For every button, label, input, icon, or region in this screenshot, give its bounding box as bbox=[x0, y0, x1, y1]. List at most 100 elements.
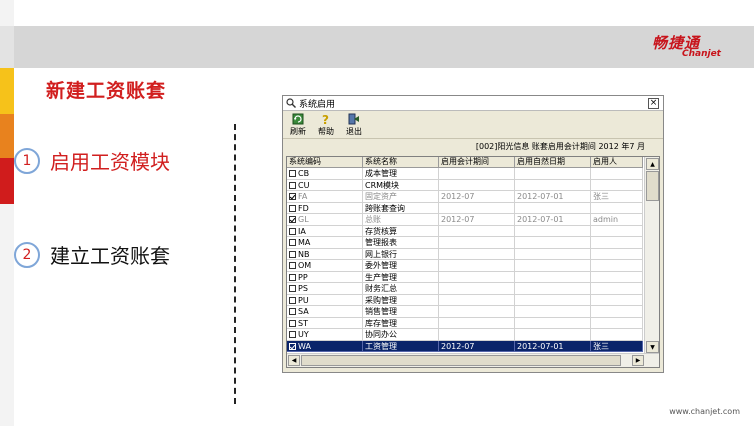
cell-text: 网上银行 bbox=[365, 249, 397, 259]
column-header[interactable]: 系统编码 bbox=[287, 157, 363, 168]
accent-strip bbox=[0, 0, 14, 26]
cell-text: 管理报表 bbox=[365, 238, 397, 247]
system-code-cell: OM bbox=[287, 260, 363, 272]
system-name-cell: 成本管理 bbox=[363, 168, 439, 180]
system-name-cell: 总账 bbox=[363, 214, 439, 226]
cell-text: PP bbox=[298, 272, 308, 282]
cell-text: 财务汇总 bbox=[365, 284, 397, 293]
refresh-button[interactable]: 刷新 bbox=[285, 113, 311, 137]
enable-checkbox[interactable] bbox=[289, 239, 296, 246]
table-row[interactable]: MA 管理报表 bbox=[287, 237, 645, 249]
enable-checkbox[interactable] bbox=[289, 342, 296, 350]
top-band bbox=[0, 0, 754, 26]
accent-strip bbox=[0, 204, 14, 426]
enable-date-cell bbox=[515, 260, 591, 272]
table-row[interactable]: PU 采购管理 bbox=[287, 294, 645, 306]
cell-text: 总账 bbox=[365, 215, 381, 224]
enable-checkbox[interactable] bbox=[289, 193, 296, 200]
refresh-icon bbox=[292, 113, 304, 125]
enable-checkbox[interactable] bbox=[289, 296, 296, 304]
logo-en-text: Chanjet bbox=[682, 49, 721, 59]
enable-user-cell: 张三 bbox=[591, 191, 643, 203]
cell-text: FD bbox=[298, 203, 309, 213]
cell-text: CB bbox=[298, 169, 310, 178]
table-row[interactable]: FD 跨账套查询 bbox=[287, 202, 645, 214]
table-row[interactable]: GL 总账 2012-07 2012-07-01 admin bbox=[287, 214, 645, 226]
table-row[interactable]: UY 协同办公 bbox=[287, 329, 645, 341]
system-code-cell: MA bbox=[287, 237, 363, 249]
cell-text: WA bbox=[298, 341, 311, 351]
cell-text: 跨账套查询 bbox=[365, 203, 405, 213]
enable-checkbox[interactable] bbox=[289, 216, 296, 223]
system-code-cell: IA bbox=[287, 225, 363, 237]
column-header[interactable]: 系统名称 bbox=[363, 157, 439, 168]
enable-period-cell bbox=[439, 260, 515, 272]
step-label: 建立工资账套 bbox=[50, 244, 170, 268]
dialog-title: 系统启用 bbox=[299, 99, 336, 110]
system-name-cell: CRM模块 bbox=[363, 179, 439, 191]
enable-user-cell bbox=[591, 283, 643, 295]
close-button[interactable]: × bbox=[648, 98, 659, 109]
table-row[interactable]: NB 网上银行 bbox=[287, 248, 645, 260]
dialog-titlebar[interactable]: 系统启用 × bbox=[283, 96, 663, 111]
enable-date-cell bbox=[515, 237, 591, 249]
scroll-right-icon[interactable]: ▶ bbox=[632, 355, 644, 366]
enable-checkbox[interactable] bbox=[289, 331, 296, 338]
enable-period-cell bbox=[439, 283, 515, 295]
system-code-cell: SA bbox=[287, 306, 363, 318]
table-row[interactable]: CU CRM模块 bbox=[287, 179, 645, 191]
cell-text: PU bbox=[298, 295, 309, 305]
scroll-thumb[interactable] bbox=[301, 355, 621, 366]
enable-checkbox[interactable] bbox=[289, 273, 296, 281]
scroll-down-icon[interactable]: ▼ bbox=[646, 341, 659, 353]
enable-checkbox[interactable] bbox=[289, 227, 296, 235]
cell-text: MA bbox=[298, 238, 311, 247]
system-code-cell: UY bbox=[287, 329, 363, 341]
accent-strip bbox=[0, 158, 14, 204]
enable-period-cell bbox=[439, 306, 515, 318]
column-header[interactable]: 启用自然日期 bbox=[515, 157, 591, 168]
header-band bbox=[14, 26, 754, 68]
chanjet-logo: 畅捷通 Chanjet bbox=[652, 32, 742, 62]
cell-text: 存货核算 bbox=[365, 226, 397, 236]
table-row[interactable]: PP 生产管理 bbox=[287, 271, 645, 283]
enable-period-cell bbox=[439, 202, 515, 214]
step-number-badge: 1 bbox=[14, 147, 40, 174]
enable-period-cell bbox=[439, 317, 515, 329]
exit-button[interactable]: 退出 bbox=[341, 113, 367, 137]
enable-checkbox[interactable] bbox=[289, 262, 296, 269]
table-row[interactable]: SA 销售管理 bbox=[287, 306, 645, 318]
column-header[interactable]: 启用人 bbox=[591, 157, 643, 168]
enable-checkbox[interactable] bbox=[289, 181, 296, 189]
help-button[interactable]: ? 帮助 bbox=[313, 113, 339, 137]
cell-text: 2012-07 bbox=[441, 192, 475, 201]
enable-date-cell bbox=[515, 283, 591, 295]
table-row[interactable]: IA 存货核算 bbox=[287, 225, 645, 237]
vertical-scrollbar[interactable]: ▲ ▼ bbox=[644, 157, 659, 354]
footer-url: www.chanjet.com bbox=[669, 407, 740, 416]
scroll-left-icon[interactable]: ◀ bbox=[288, 355, 300, 366]
enable-period-cell bbox=[439, 168, 515, 180]
table-row[interactable]: WA 工资管理 2012-07 2012-07-01 张三 bbox=[287, 340, 645, 352]
table-row[interactable]: OM 委外管理 bbox=[287, 260, 645, 272]
table-row[interactable]: CB 成本管理 bbox=[287, 168, 645, 180]
cell-text: 2012-07 bbox=[441, 215, 475, 224]
enable-checkbox[interactable] bbox=[289, 319, 296, 327]
system-name-cell: 采购管理 bbox=[363, 294, 439, 306]
enable-checkbox[interactable] bbox=[289, 204, 296, 212]
system-name-cell: 网上银行 bbox=[363, 248, 439, 260]
table-row[interactable]: FA 固定资产 2012-07 2012-07-01 张三 bbox=[287, 191, 645, 203]
table-row[interactable]: ST 库存管理 bbox=[287, 317, 645, 329]
scroll-thumb[interactable] bbox=[646, 171, 659, 201]
horizontal-scrollbar[interactable]: ◀ ▶ bbox=[287, 353, 659, 367]
enable-period-cell: 2012-07 bbox=[439, 191, 515, 203]
table-row[interactable]: PS 财务汇总 bbox=[287, 283, 645, 295]
scroll-up-icon[interactable]: ▲ bbox=[646, 158, 659, 170]
enable-checkbox[interactable] bbox=[289, 285, 296, 292]
refresh-label: 刷新 bbox=[290, 127, 306, 136]
help-label: 帮助 bbox=[318, 127, 334, 136]
enable-checkbox[interactable] bbox=[289, 170, 296, 177]
enable-checkbox[interactable] bbox=[289, 250, 296, 258]
column-header[interactable]: 启用会计期间 bbox=[439, 157, 515, 168]
enable-checkbox[interactable] bbox=[289, 308, 296, 315]
